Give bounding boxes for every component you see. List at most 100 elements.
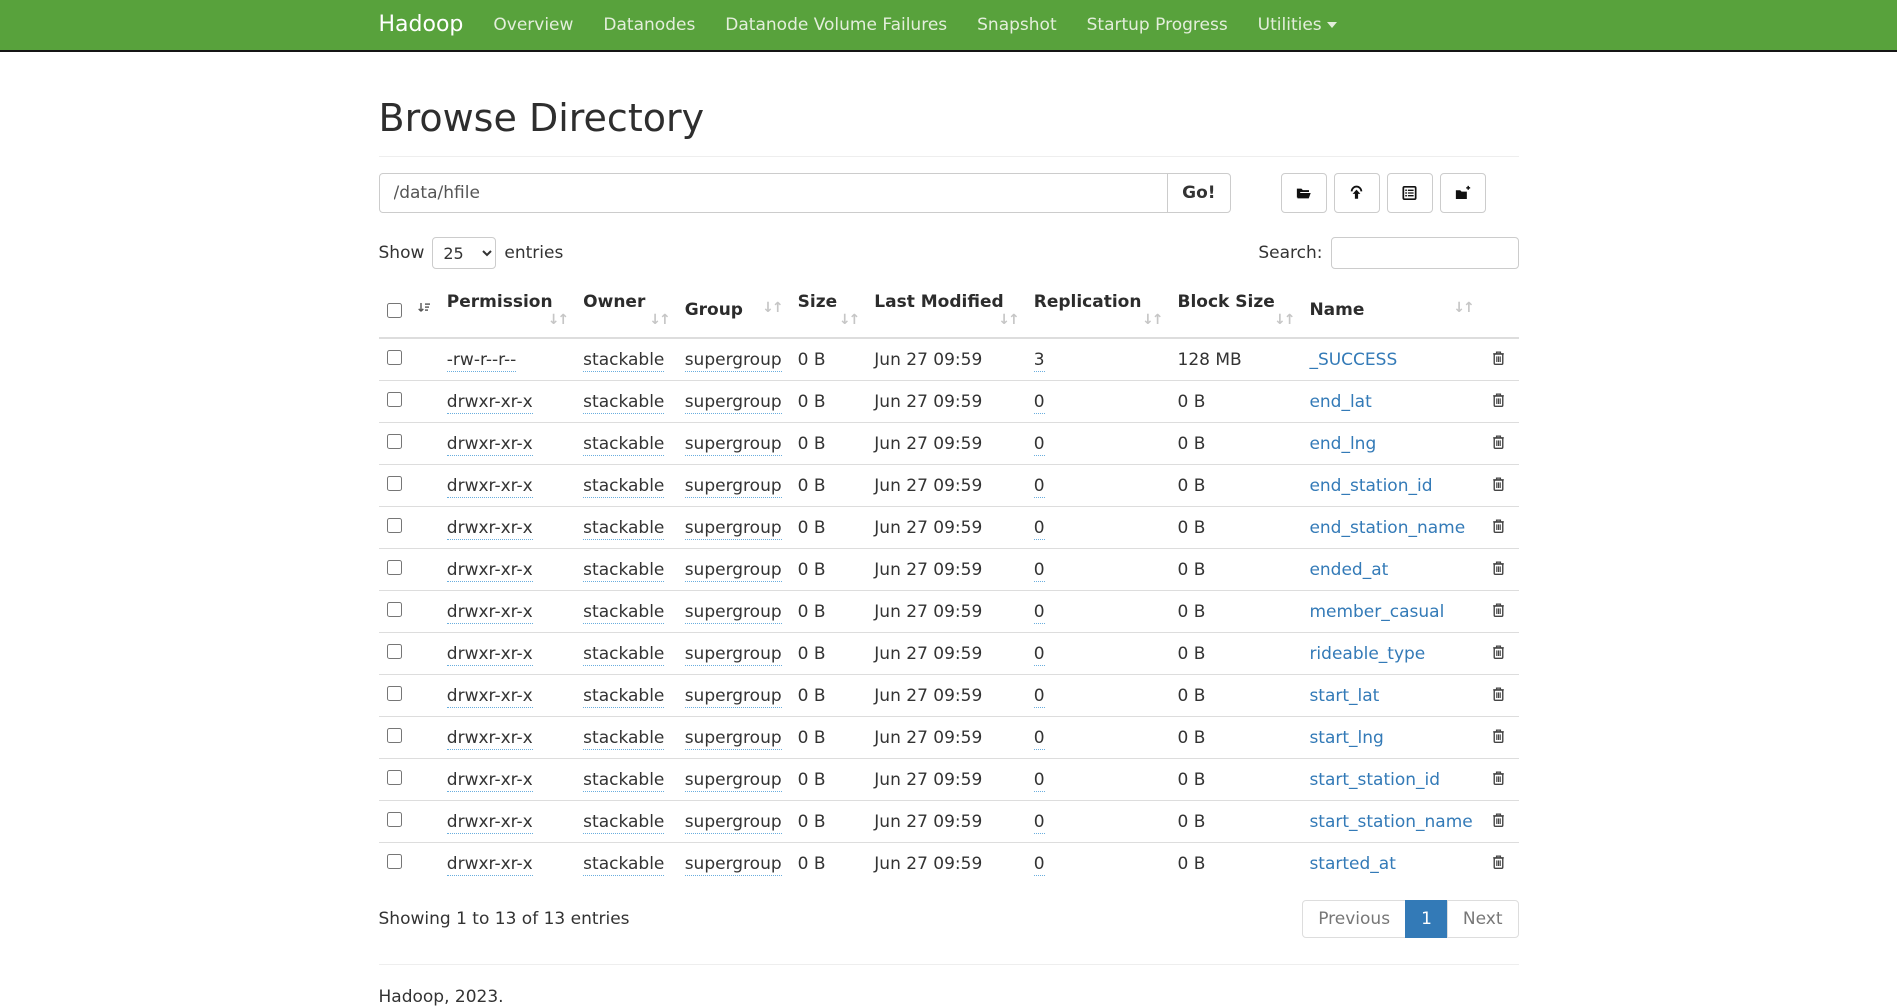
owner-editable[interactable]: stackable (583, 812, 664, 834)
owner-editable[interactable]: stackable (583, 350, 664, 372)
row-checkbox[interactable] (387, 434, 402, 449)
owner-editable[interactable]: stackable (583, 686, 664, 708)
nav-item-datanode-volume-failures[interactable]: Datanode Volume Failures (710, 0, 962, 50)
file-link[interactable]: end_station_name (1309, 518, 1465, 538)
replication-editable[interactable]: 0 (1034, 812, 1045, 834)
permission-editable[interactable]: drwxr-xr-x (447, 518, 533, 540)
permission-editable[interactable]: drwxr-xr-x (447, 560, 533, 582)
page-size-select[interactable]: 25 (432, 237, 496, 269)
delete-button[interactable] (1489, 474, 1508, 497)
upload-file-button[interactable] (1334, 173, 1380, 213)
select-all-checkbox[interactable] (387, 303, 402, 318)
group-editable[interactable]: supergroup (685, 350, 782, 372)
file-link[interactable]: start_lng (1309, 728, 1383, 748)
replication-editable[interactable]: 0 (1034, 854, 1045, 876)
col-header-owner[interactable]: Owner (575, 283, 677, 338)
row-checkbox[interactable] (387, 476, 402, 491)
file-link[interactable]: member_casual (1309, 602, 1444, 622)
replication-editable[interactable]: 0 (1034, 518, 1045, 540)
replication-editable[interactable]: 0 (1034, 392, 1045, 414)
owner-editable[interactable]: stackable (583, 770, 664, 792)
file-link[interactable]: end_lng (1309, 434, 1376, 454)
group-editable[interactable]: supergroup (685, 644, 782, 666)
col-header-permission[interactable]: Permission (439, 283, 575, 338)
pagination-next[interactable]: Next (1448, 900, 1519, 938)
delete-button[interactable] (1489, 600, 1508, 623)
file-link[interactable]: start_station_id (1309, 770, 1440, 790)
group-editable[interactable]: supergroup (685, 770, 782, 792)
file-link[interactable]: _SUCCESS (1309, 350, 1397, 370)
permission-editable[interactable]: drwxr-xr-x (447, 392, 533, 414)
owner-editable[interactable]: stackable (583, 434, 664, 456)
file-link[interactable]: start_station_name (1309, 812, 1472, 832)
group-editable[interactable]: supergroup (685, 602, 782, 624)
create-directory-button[interactable] (1440, 173, 1486, 213)
delete-button[interactable] (1489, 642, 1508, 665)
replication-editable[interactable]: 0 (1034, 728, 1045, 750)
file-link[interactable]: end_station_id (1309, 476, 1432, 496)
group-editable[interactable]: supergroup (685, 560, 782, 582)
file-link[interactable]: started_at (1309, 854, 1395, 874)
go-button[interactable]: Go! (1167, 173, 1230, 213)
owner-editable[interactable]: stackable (583, 476, 664, 498)
nav-item-overview[interactable]: Overview (478, 0, 588, 50)
group-editable[interactable]: supergroup (685, 434, 782, 456)
row-checkbox[interactable] (387, 560, 402, 575)
permission-editable[interactable]: -rw-r--r-- (447, 350, 517, 372)
row-checkbox[interactable] (387, 392, 402, 407)
open-folder-button[interactable] (1281, 173, 1327, 213)
file-link[interactable]: rideable_type (1309, 644, 1425, 664)
replication-editable[interactable]: 0 (1034, 644, 1045, 666)
replication-editable[interactable]: 0 (1034, 686, 1045, 708)
row-checkbox[interactable] (387, 812, 402, 827)
owner-editable[interactable]: stackable (583, 602, 664, 624)
row-checkbox[interactable] (387, 854, 402, 869)
permission-editable[interactable]: drwxr-xr-x (447, 812, 533, 834)
col-header-last-modified[interactable]: Last Modified (866, 283, 1025, 338)
row-checkbox[interactable] (387, 644, 402, 659)
replication-editable[interactable]: 0 (1034, 434, 1045, 456)
search-input[interactable] (1331, 237, 1519, 269)
owner-editable[interactable]: stackable (583, 392, 664, 414)
permission-editable[interactable]: drwxr-xr-x (447, 434, 533, 456)
owner-editable[interactable]: stackable (583, 644, 664, 666)
permission-editable[interactable]: drwxr-xr-x (447, 476, 533, 498)
file-link[interactable]: start_lat (1309, 686, 1379, 706)
col-header-group[interactable]: Group (677, 283, 790, 338)
nav-item-snapshot[interactable]: Snapshot (962, 0, 1071, 50)
delete-button[interactable] (1489, 432, 1508, 455)
replication-editable[interactable]: 3 (1034, 350, 1045, 372)
owner-editable[interactable]: stackable (583, 728, 664, 750)
delete-button[interactable] (1489, 810, 1508, 833)
group-editable[interactable]: supergroup (685, 518, 782, 540)
delete-button[interactable] (1489, 726, 1508, 749)
nav-item-utilities-dropdown[interactable]: Utilities (1243, 0, 1352, 50)
permission-editable[interactable]: drwxr-xr-x (447, 770, 533, 792)
nav-item-startup-progress[interactable]: Startup Progress (1072, 0, 1243, 50)
col-header-block-size[interactable]: Block Size (1170, 283, 1302, 338)
replication-editable[interactable]: 0 (1034, 770, 1045, 792)
row-checkbox[interactable] (387, 350, 402, 365)
owner-editable[interactable]: stackable (583, 854, 664, 876)
row-checkbox[interactable] (387, 518, 402, 533)
delete-button[interactable] (1489, 516, 1508, 539)
directory-path-input[interactable] (379, 173, 1169, 213)
select-all-header[interactable] (379, 283, 439, 338)
file-link[interactable]: ended_at (1309, 560, 1388, 580)
col-header-size[interactable]: Size (790, 283, 867, 338)
delete-button[interactable] (1489, 390, 1508, 413)
permission-editable[interactable]: drwxr-xr-x (447, 686, 533, 708)
replication-editable[interactable]: 0 (1034, 560, 1045, 582)
col-header-replication[interactable]: Replication (1026, 283, 1170, 338)
group-editable[interactable]: supergroup (685, 476, 782, 498)
col-header-name[interactable]: Name (1301, 283, 1480, 338)
replication-editable[interactable]: 0 (1034, 602, 1045, 624)
group-editable[interactable]: supergroup (685, 392, 782, 414)
file-link[interactable]: end_lat (1309, 392, 1371, 412)
permission-editable[interactable]: drwxr-xr-x (447, 854, 533, 876)
delete-button[interactable] (1489, 852, 1508, 875)
delete-button[interactable] (1489, 684, 1508, 707)
row-checkbox[interactable] (387, 728, 402, 743)
permission-editable[interactable]: drwxr-xr-x (447, 644, 533, 666)
pagination-page-1[interactable]: 1 (1406, 900, 1448, 938)
